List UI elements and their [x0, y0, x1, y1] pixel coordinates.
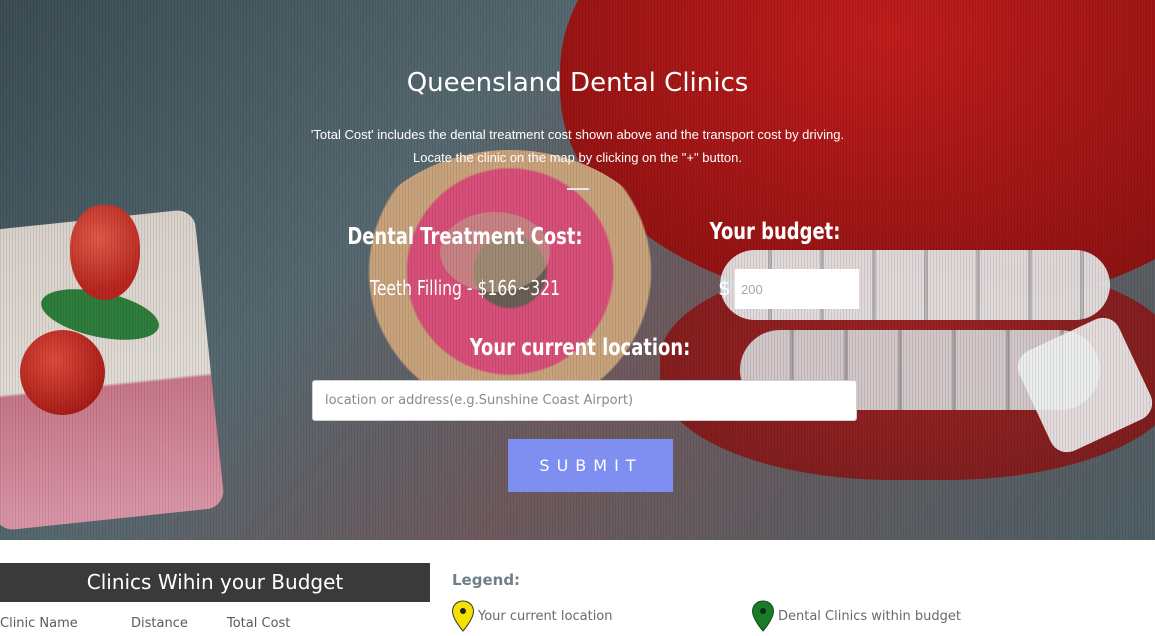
treatment-cost-value: Teeth Filling - $166~321	[369, 276, 561, 300]
description-total-cost: 'Total Cost' includes the dental treatme…	[310, 127, 845, 142]
budget-input[interactable]	[735, 269, 859, 309]
legend-item-current-location: Your current location	[451, 600, 613, 632]
budget-label: Your budget:	[709, 219, 841, 245]
green-map-pin-icon	[751, 600, 775, 632]
column-header-distance[interactable]: Distance	[131, 616, 188, 631]
title-divider	[567, 188, 589, 190]
description-locate-clinic: Locate the clinic on the map by clicking…	[412, 150, 742, 165]
background-strawberry	[20, 330, 105, 415]
currency-symbol: $	[718, 276, 731, 300]
hero-section: Queensland Dental Clinics 'Total Cost' i…	[0, 0, 1155, 540]
yellow-map-pin-icon	[451, 600, 475, 632]
treatment-cost-label: Dental Treatment Cost:	[347, 224, 583, 250]
submit-button[interactable]: SUBMIT	[508, 439, 673, 492]
legend-item-clinics-within-budget: Dental Clinics within budget	[751, 600, 961, 632]
location-input[interactable]	[312, 380, 857, 421]
legend-title: Legend:	[452, 571, 521, 589]
legend-label-clinics-within-budget: Dental Clinics within budget	[778, 608, 961, 624]
clinics-table-title: Clinics Wihin your Budget	[0, 563, 430, 602]
column-header-clinic-name[interactable]: Clinic Name	[0, 616, 78, 631]
background-strawberry	[70, 205, 140, 300]
page-title: Queensland Dental Clinics	[406, 68, 749, 98]
location-label: Your current location:	[469, 335, 691, 361]
legend-label-current-location: Your current location	[478, 608, 613, 624]
column-header-total-cost[interactable]: Total Cost	[227, 616, 290, 631]
